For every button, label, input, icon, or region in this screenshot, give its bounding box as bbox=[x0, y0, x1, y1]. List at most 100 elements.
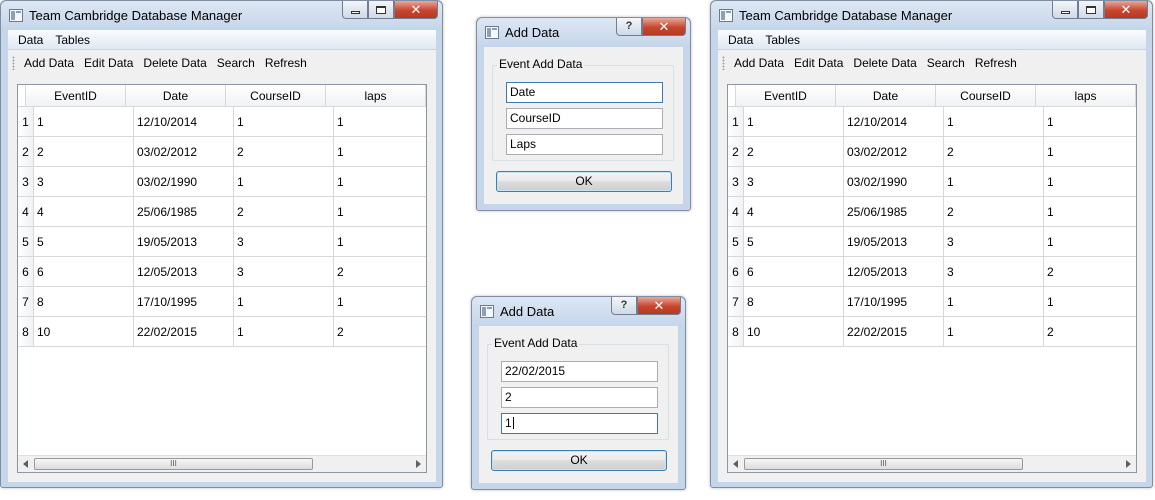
cell-date[interactable]: 25/06/1985 bbox=[844, 197, 944, 227]
column-header-date[interactable]: Date bbox=[836, 85, 936, 107]
cell-date[interactable]: 03/02/1990 bbox=[134, 167, 234, 197]
refresh-button[interactable]: Refresh bbox=[260, 56, 312, 70]
cell-date[interactable]: 03/02/2012 bbox=[844, 137, 944, 167]
cell-date[interactable]: 22/02/2015 bbox=[134, 317, 234, 347]
add-data-button[interactable]: Add Data bbox=[729, 56, 789, 70]
table-row[interactable]: 1 1 12/10/2014 1 1 bbox=[728, 107, 1136, 137]
row-header[interactable]: 1 bbox=[728, 107, 744, 137]
courseid-field[interactable]: CourseID bbox=[506, 108, 663, 129]
row-header[interactable]: 8 bbox=[728, 317, 744, 347]
table-corner[interactable] bbox=[728, 85, 736, 107]
table-row[interactable]: 5 5 19/05/2013 3 1 bbox=[18, 227, 426, 257]
edit-data-button[interactable]: Edit Data bbox=[789, 56, 848, 70]
laps-field[interactable]: Laps bbox=[506, 134, 663, 155]
cell-eventid[interactable]: 10 bbox=[744, 317, 844, 347]
ok-button[interactable]: OK bbox=[491, 450, 667, 471]
cell-courseid[interactable]: 1 bbox=[234, 167, 334, 197]
cell-laps[interactable]: 1 bbox=[1044, 107, 1136, 137]
horizontal-scrollbar[interactable]: III bbox=[18, 455, 426, 472]
cell-laps[interactable]: 1 bbox=[1044, 287, 1136, 317]
cell-courseid[interactable]: 2 bbox=[944, 137, 1044, 167]
cell-eventid[interactable]: 5 bbox=[744, 227, 844, 257]
cell-eventid[interactable]: 3 bbox=[744, 167, 844, 197]
cell-laps[interactable]: 1 bbox=[1044, 227, 1136, 257]
table-row[interactable]: 6 6 12/05/2013 3 2 bbox=[728, 257, 1136, 287]
cell-eventid[interactable]: 2 bbox=[34, 137, 134, 167]
cell-laps[interactable]: 1 bbox=[1044, 167, 1136, 197]
cell-laps[interactable]: 2 bbox=[1044, 317, 1136, 347]
events-table[interactable]: EventID Date CourseID laps 1 1 12/10/201… bbox=[727, 84, 1137, 473]
table-row[interactable]: 8 10 22/02/2015 1 2 bbox=[18, 317, 426, 347]
row-header[interactable]: 8 bbox=[18, 317, 34, 347]
table-row[interactable]: 3 3 03/02/1990 1 1 bbox=[18, 167, 426, 197]
cell-date[interactable]: 17/10/1995 bbox=[844, 287, 944, 317]
cell-courseid[interactable]: 1 bbox=[944, 167, 1044, 197]
date-field[interactable]: 22/02/2015 bbox=[501, 361, 658, 382]
cell-eventid[interactable]: 10 bbox=[34, 317, 134, 347]
menu-data[interactable]: Data bbox=[12, 33, 49, 47]
scroll-thumb[interactable]: III bbox=[744, 458, 1023, 470]
toolbar-grip[interactable] bbox=[12, 56, 15, 70]
dialog-title-bar[interactable]: Add Data ? ✕ bbox=[472, 297, 685, 325]
cell-eventid[interactable]: 4 bbox=[744, 197, 844, 227]
cell-eventid[interactable]: 2 bbox=[744, 137, 844, 167]
cell-laps[interactable]: 1 bbox=[1044, 137, 1136, 167]
column-header-courseid[interactable]: CourseID bbox=[936, 85, 1036, 107]
cell-laps[interactable]: 2 bbox=[1044, 257, 1136, 287]
cell-courseid[interactable]: 1 bbox=[944, 287, 1044, 317]
minimize-button[interactable] bbox=[1052, 1, 1078, 19]
cell-date[interactable]: 25/06/1985 bbox=[134, 197, 234, 227]
cell-eventid[interactable]: 1 bbox=[744, 107, 844, 137]
cell-laps[interactable]: 1 bbox=[334, 137, 426, 167]
search-button[interactable]: Search bbox=[212, 56, 260, 70]
row-header[interactable]: 3 bbox=[18, 167, 34, 197]
column-header-eventid[interactable]: EventID bbox=[736, 85, 836, 107]
cell-eventid[interactable]: 3 bbox=[34, 167, 134, 197]
table-row[interactable]: 7 8 17/10/1995 1 1 bbox=[728, 287, 1136, 317]
scroll-left-icon[interactable] bbox=[23, 460, 28, 468]
refresh-button[interactable]: Refresh bbox=[970, 56, 1022, 70]
table-row[interactable]: 2 2 03/02/2012 2 1 bbox=[18, 137, 426, 167]
cell-laps[interactable]: 1 bbox=[334, 197, 426, 227]
cell-laps[interactable]: 2 bbox=[334, 317, 426, 347]
column-header-laps[interactable]: laps bbox=[1036, 85, 1136, 107]
row-header[interactable]: 4 bbox=[728, 197, 744, 227]
table-corner[interactable] bbox=[18, 85, 26, 107]
cell-laps[interactable]: 2 bbox=[334, 257, 426, 287]
cell-courseid[interactable]: 2 bbox=[944, 197, 1044, 227]
cell-date[interactable]: 12/10/2014 bbox=[134, 107, 234, 137]
cell-courseid[interactable]: 1 bbox=[234, 287, 334, 317]
cell-date[interactable]: 17/10/1995 bbox=[134, 287, 234, 317]
column-header-date[interactable]: Date bbox=[126, 85, 226, 107]
edit-data-button[interactable]: Edit Data bbox=[79, 56, 138, 70]
cell-date[interactable]: 12/05/2013 bbox=[844, 257, 944, 287]
column-header-eventid[interactable]: EventID bbox=[26, 85, 126, 107]
cell-date[interactable]: 03/02/1990 bbox=[844, 167, 944, 197]
row-header[interactable]: 4 bbox=[18, 197, 34, 227]
row-header[interactable]: 7 bbox=[728, 287, 744, 317]
scroll-thumb[interactable]: III bbox=[34, 458, 313, 470]
cell-eventid[interactable]: 6 bbox=[744, 257, 844, 287]
menu-tables[interactable]: Tables bbox=[49, 33, 96, 47]
row-header[interactable]: 6 bbox=[18, 257, 34, 287]
close-button[interactable]: ✕ bbox=[1104, 1, 1148, 19]
cell-courseid[interactable]: 3 bbox=[234, 257, 334, 287]
cell-courseid[interactable]: 2 bbox=[234, 137, 334, 167]
cell-courseid[interactable]: 2 bbox=[234, 197, 334, 227]
courseid-field[interactable]: 2 bbox=[501, 387, 658, 408]
help-button[interactable]: ? bbox=[611, 297, 637, 315]
row-header[interactable]: 1 bbox=[18, 107, 34, 137]
cell-laps[interactable]: 1 bbox=[334, 287, 426, 317]
search-button[interactable]: Search bbox=[922, 56, 970, 70]
cell-laps[interactable]: 1 bbox=[334, 107, 426, 137]
row-header[interactable]: 3 bbox=[728, 167, 744, 197]
column-header-courseid[interactable]: CourseID bbox=[226, 85, 326, 107]
toolbar-grip[interactable] bbox=[722, 56, 725, 70]
table-row[interactable]: 2 2 03/02/2012 2 1 bbox=[728, 137, 1136, 167]
cell-eventid[interactable]: 6 bbox=[34, 257, 134, 287]
title-bar[interactable]: Team Cambridge Database Manager ✕ bbox=[1, 1, 442, 29]
scroll-right-icon[interactable] bbox=[1126, 460, 1131, 468]
close-button[interactable]: ✕ bbox=[637, 297, 681, 315]
table-row[interactable]: 4 4 25/06/1985 2 1 bbox=[728, 197, 1136, 227]
help-button[interactable]: ? bbox=[616, 18, 642, 36]
